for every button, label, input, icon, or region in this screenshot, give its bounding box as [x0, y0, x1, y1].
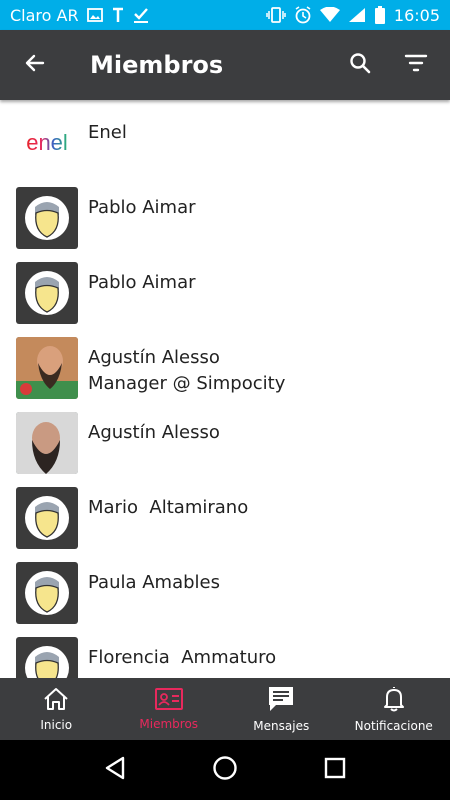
search-icon — [348, 51, 372, 79]
nav-item-mensajes[interactable]: Mensajes — [225, 678, 338, 740]
arrow-back-icon — [23, 51, 47, 79]
carrier-label: Claro AR — [10, 5, 79, 25]
avatar — [16, 637, 78, 678]
member-name: Agustín Alesso — [88, 347, 220, 368]
nav-label: Notificacione — [354, 718, 433, 733]
members-card-icon — [154, 687, 183, 713]
app-bar: Miembros — [0, 30, 450, 100]
filter-button[interactable] — [388, 30, 444, 100]
profile-photo — [16, 337, 78, 399]
signal-icon — [348, 7, 366, 23]
image-icon — [86, 8, 103, 22]
member-name: Mario Altamirano — [88, 497, 249, 518]
square-recents-icon — [324, 757, 346, 783]
list-item[interactable]: Mario Altamirano — [0, 475, 450, 550]
nav-item-miembros[interactable]: Miembros — [113, 678, 226, 740]
member-name: Florencia Ammaturo — [88, 647, 277, 668]
default-avatar-icon — [25, 571, 69, 615]
list-item[interactable]: Pablo Aimar — [0, 175, 450, 250]
member-name: Enel — [88, 122, 127, 143]
nav-label: Miembros — [139, 716, 199, 731]
list-item[interactable]: Agustín Alesso — [0, 400, 450, 475]
filter-icon — [404, 53, 428, 77]
member-list[interactable]: enel Enel Pablo Aimar Pablo Aimar Agustí… — [0, 100, 450, 678]
avatar — [16, 337, 78, 399]
list-item[interactable]: Pablo Aimar — [0, 250, 450, 325]
nav-label: Inicio — [40, 717, 73, 732]
avatar — [16, 487, 78, 549]
bottom-nav: Inicio Miembros Mensajes Notificacione — [0, 678, 450, 740]
member-name: Pablo Aimar — [88, 197, 196, 218]
search-button[interactable] — [332, 30, 388, 100]
default-avatar-icon — [25, 196, 69, 240]
avatar — [16, 412, 78, 474]
nav-item-inicio[interactable]: Inicio — [0, 678, 113, 740]
home-icon — [43, 687, 69, 714]
list-item[interactable]: enel Enel — [0, 100, 450, 175]
text-icon — [111, 7, 125, 23]
avatar — [16, 187, 78, 249]
check-icon — [133, 7, 149, 23]
system-nav-bar — [0, 740, 450, 800]
clock-label: 16:05 — [393, 5, 440, 25]
alarm-icon — [294, 6, 312, 24]
system-back-button[interactable] — [90, 745, 140, 795]
system-recents-button[interactable] — [310, 745, 360, 795]
member-subtitle: Manager @ Simpocity — [88, 373, 286, 394]
profile-photo — [16, 412, 78, 474]
back-button[interactable] — [0, 30, 70, 100]
nav-item-notificaciones[interactable]: Notificacione — [338, 678, 450, 740]
circle-home-icon — [212, 755, 238, 785]
nav-label: Mensajes — [253, 718, 310, 733]
list-item[interactable]: Paula Amables — [0, 550, 450, 625]
avatar — [16, 562, 78, 624]
member-name: Pablo Aimar — [88, 272, 196, 293]
triangle-back-icon — [104, 756, 126, 784]
bell-icon — [383, 686, 405, 715]
page-title: Miembros — [90, 51, 224, 79]
list-item[interactable]: Florencia Ammaturo — [0, 625, 450, 678]
avatar — [16, 262, 78, 324]
default-avatar-icon — [25, 496, 69, 540]
status-bar: Claro AR 16:05 — [0, 0, 450, 30]
system-home-button[interactable] — [200, 745, 250, 795]
wifi-icon — [319, 7, 340, 23]
messages-icon — [268, 686, 294, 715]
default-avatar-icon — [25, 646, 69, 678]
member-name: Paula Amables — [88, 572, 220, 593]
member-name: Agustín Alesso — [88, 422, 220, 443]
enel-logo: enel — [16, 112, 78, 174]
logo-text: enel — [26, 130, 68, 155]
default-avatar-icon — [25, 271, 69, 315]
battery-icon — [374, 6, 386, 24]
vibrate-icon — [266, 7, 286, 23]
list-item[interactable]: Agustín Alesso Manager @ Simpocity — [0, 325, 450, 400]
